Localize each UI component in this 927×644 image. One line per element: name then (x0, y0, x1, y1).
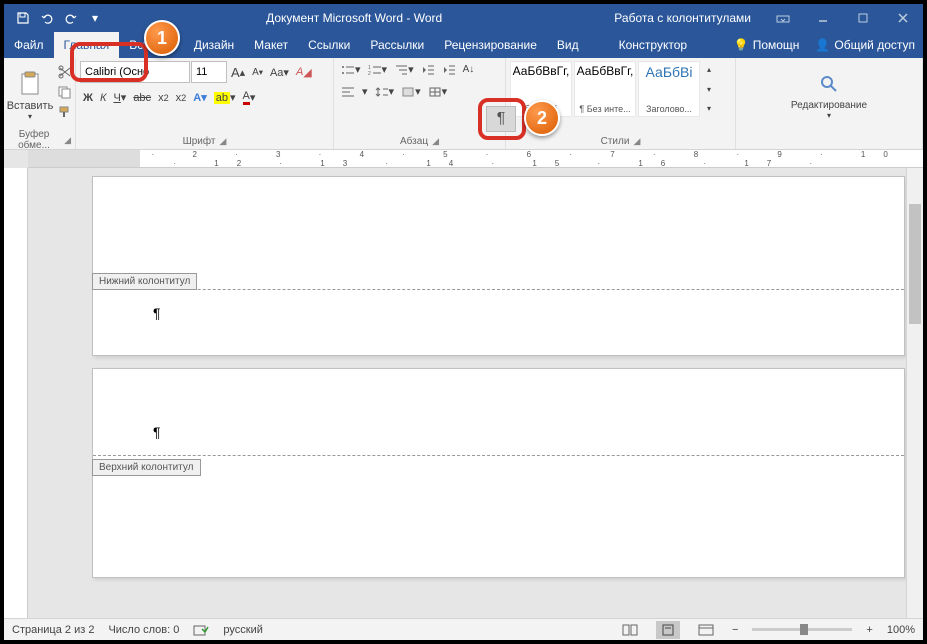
styles-down-icon[interactable]: ▾ (704, 83, 714, 96)
tab-review[interactable]: Рецензирование (434, 32, 547, 58)
paragraph-launcher-icon[interactable]: ◢ (432, 136, 439, 147)
editing-button[interactable]: Редактирование▾ (807, 61, 851, 127)
text-effects-icon[interactable]: A▾ (190, 88, 209, 107)
save-icon[interactable] (12, 7, 34, 29)
read-mode-icon[interactable] (618, 621, 642, 639)
bold-icon[interactable]: Ж (80, 88, 96, 107)
ribbon-tabs: Файл Главная Вставка Дизайн Макет Ссылки… (4, 32, 923, 58)
page-1[interactable]: Нижний колонтитул ¶ (92, 176, 905, 356)
styles-launcher-icon[interactable]: ◢ (633, 136, 640, 147)
status-bar: Страница 2 из 2 Число слов: 0 русский − … (4, 618, 923, 640)
status-lang[interactable]: русский (223, 624, 262, 636)
minimize-icon[interactable] (803, 4, 843, 32)
clipboard-launcher-icon[interactable]: ◢ (64, 135, 71, 146)
font-color-icon[interactable]: A▾ (240, 88, 259, 107)
line-spacing-icon[interactable]: ▾ (372, 83, 398, 100)
tab-designer[interactable]: Конструктор (609, 32, 697, 58)
shading-icon[interactable]: ▾ (398, 83, 424, 100)
zoom-slider[interactable] (752, 628, 852, 631)
clear-format-icon[interactable]: A◢ (293, 61, 315, 83)
context-tab-title: Работа с колонтитулами (602, 4, 763, 32)
tell-me[interactable]: Помощн (753, 38, 800, 52)
pilcrow-mark: ¶ (153, 305, 161, 321)
title-bar: ▾ Документ Microsoft Word - Word Работа … (4, 4, 923, 32)
ruler-vertical[interactable] (4, 168, 28, 618)
zoom-level[interactable]: 100% (887, 624, 915, 636)
font-label: Шрифт (183, 136, 216, 147)
share-button[interactable]: Общий доступ (834, 38, 915, 52)
bullets-icon[interactable]: ▾ (338, 61, 364, 78)
undo-icon[interactable] (36, 7, 58, 29)
sort-icon[interactable]: A↓ (460, 61, 478, 78)
clipboard-label: Буфер обме... (8, 129, 60, 151)
footer-tag[interactable]: Нижний колонтитул (92, 273, 197, 290)
multilevel-icon[interactable]: ▾ (391, 61, 417, 78)
ribbon: Вставить▾ Буфер обме... ◢ Calibri (Осно 1… (4, 58, 923, 150)
print-layout-icon[interactable] (656, 621, 680, 639)
italic-icon[interactable]: К (97, 88, 109, 107)
align-center-icon[interactable]: ▾ (359, 83, 371, 100)
subscript-icon[interactable]: x2 (155, 88, 172, 107)
styles-label: Стили (601, 136, 630, 147)
tab-home[interactable]: Главная (54, 32, 120, 58)
close-icon[interactable] (883, 4, 923, 32)
share-icon: 👤 (815, 38, 830, 52)
lightbulb-icon: 💡 (734, 38, 749, 52)
header-tag[interactable]: Верхний колонтитул (92, 459, 201, 476)
styles-up-icon[interactable]: ▴ (704, 63, 714, 76)
font-name-combo[interactable]: Calibri (Осно (80, 61, 190, 83)
shrink-font-icon[interactable]: A▾ (249, 61, 266, 83)
web-layout-icon[interactable] (694, 621, 718, 639)
tab-file[interactable]: Файл (4, 32, 54, 58)
numbering-icon[interactable]: 12▾ (365, 61, 391, 78)
superscript-icon[interactable]: x2 (173, 88, 190, 107)
tab-references[interactable]: Ссылки (298, 32, 360, 58)
status-words[interactable]: Число слов: 0 (108, 624, 179, 636)
change-case-icon[interactable]: Aa▾ (267, 61, 292, 83)
callout-1: 1 (144, 20, 180, 56)
ruler-horizontal[interactable]: · 1 · 2 · 3 · 4 · 5 · 6 · 7 · 8 · 9 · 10… (28, 150, 923, 168)
scrollbar-vertical[interactable] (906, 168, 923, 618)
align-left-icon[interactable] (338, 83, 358, 100)
strike-icon[interactable]: abc (130, 88, 154, 107)
paragraph-label: Абзац (400, 136, 428, 147)
redo-icon[interactable] (60, 7, 82, 29)
qat-customize-icon[interactable]: ▾ (84, 7, 106, 29)
maximize-icon[interactable] (843, 4, 883, 32)
highlight-icon[interactable]: ab▾ (211, 88, 239, 107)
callout-2: 2 (524, 100, 560, 136)
tab-layout[interactable]: Макет (244, 32, 298, 58)
find-icon (813, 68, 845, 100)
ribbon-options-icon[interactable] (763, 4, 803, 32)
style-no-spacing[interactable]: АаБбВвГг,¶ Без инте... (574, 61, 636, 117)
paste-icon (14, 68, 46, 100)
decrease-indent-icon[interactable] (418, 61, 438, 78)
grow-font-icon[interactable]: A▴ (228, 61, 248, 83)
tab-view[interactable]: Вид (547, 32, 589, 58)
copy-icon[interactable] (54, 83, 76, 101)
svg-text:2: 2 (368, 71, 371, 76)
page-2[interactable]: ¶ Верхний колонтитул (92, 368, 905, 578)
font-size-combo[interactable]: 11 (191, 61, 227, 83)
zoom-out-icon[interactable]: − (732, 624, 738, 636)
font-launcher-icon[interactable]: ◢ (219, 136, 226, 147)
document-area: Нижний колонтитул ¶ ¶ Верхний колонтитул (28, 168, 923, 618)
paste-button[interactable]: Вставить▾ (8, 61, 52, 127)
status-page[interactable]: Страница 2 из 2 (12, 624, 94, 636)
tab-design[interactable]: Дизайн (184, 32, 244, 58)
styles-more-icon[interactable]: ▾ (704, 102, 714, 115)
zoom-in-icon[interactable]: + (866, 624, 872, 636)
cut-icon[interactable] (54, 63, 76, 81)
format-painter-icon[interactable] (54, 103, 76, 121)
spellcheck-icon[interactable] (193, 623, 209, 637)
window-title: Документ Microsoft Word - Word (106, 11, 602, 25)
tab-mailings[interactable]: Рассылки (360, 32, 434, 58)
show-marks-button[interactable]: ¶ (486, 106, 516, 132)
increase-indent-icon[interactable] (439, 61, 459, 78)
borders-icon[interactable]: ▾ (425, 83, 451, 100)
style-heading[interactable]: АаБбВіЗаголово... (638, 61, 700, 117)
pilcrow-mark: ¶ (153, 424, 161, 440)
underline-icon[interactable]: Ч▾ (110, 88, 129, 107)
